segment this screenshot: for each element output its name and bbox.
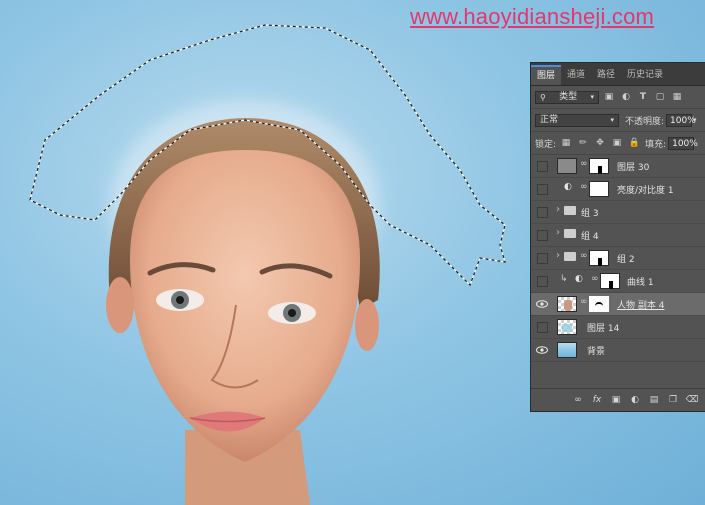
- chevron-down-icon: ▾: [610, 115, 614, 124]
- chain-link-icon[interactable]: ∞: [580, 182, 588, 192]
- layer-thumbnail: [557, 158, 577, 174]
- lock-paint-icon[interactable]: ✏: [576, 136, 590, 150]
- lock-row: 锁定: ▦ ✏ ✥ ▣ 🔒 填充: 100%: [531, 132, 705, 155]
- layer-name: 图层 14: [587, 324, 620, 334]
- blend-mode-select[interactable]: 正常 ▾: [535, 113, 619, 127]
- filter-kind-label: 类型: [559, 91, 578, 102]
- mask-thumbnail[interactable]: [589, 181, 609, 197]
- lock-label: 锁定:: [535, 139, 557, 150]
- tab-history[interactable]: 历史记录: [621, 65, 669, 85]
- fill-label: 填充:: [645, 139, 667, 150]
- panel-tabs: 图层 通道 路径 历史记录: [531, 63, 705, 86]
- lock-artboard-icon[interactable]: ▣: [610, 136, 624, 150]
- layer-row[interactable]: › ∞ 组 2: [531, 247, 705, 270]
- layer-row[interactable]: 图层 14: [531, 316, 705, 339]
- blend-row: 正常 ▾ 不透明度: 100% ▾: [531, 109, 705, 132]
- clipping-arrow-icon: ↳: [560, 274, 568, 284]
- link-layers-icon[interactable]: ∞: [571, 393, 585, 407]
- lock-all-icon[interactable]: 🔒: [627, 136, 641, 150]
- opacity-field[interactable]: 100%: [666, 113, 696, 127]
- layer-name: 组 2: [617, 255, 635, 265]
- tab-channels[interactable]: 通道: [561, 65, 591, 85]
- chevron-down-icon[interactable]: ▾: [693, 116, 697, 124]
- lock-position-icon[interactable]: ✥: [593, 136, 607, 150]
- layer-row-selected[interactable]: ∞ 人物 副本 4: [531, 293, 705, 316]
- folder-icon: [564, 206, 576, 215]
- chain-link-icon[interactable]: ∞: [591, 274, 599, 284]
- chevron-right-icon[interactable]: ›: [556, 227, 560, 238]
- layer-name: 组 4: [581, 232, 599, 242]
- watermark-link[interactable]: www.haoyidiansheji.com: [410, 4, 654, 30]
- adjustment-icon[interactable]: ◐: [628, 393, 642, 407]
- delete-icon[interactable]: ⌫: [685, 393, 699, 407]
- chevron-down-icon: ▾: [590, 92, 594, 101]
- blend-mode-label: 正常: [540, 114, 559, 125]
- panel-footer: ∞ fx ▣ ◐ ▤ ❐ ⌫: [531, 388, 705, 411]
- mask-thumbnail[interactable]: [589, 296, 609, 312]
- filter-kind-select[interactable]: ⚲ 类型 ▾: [535, 90, 599, 104]
- adjustment-layer-icon: ◐: [564, 182, 572, 192]
- visibility-toggle[interactable]: [537, 276, 548, 287]
- lock-transparent-icon[interactable]: ▦: [559, 136, 573, 150]
- fill-field[interactable]: 100%: [668, 136, 698, 150]
- layer-name: 组 3: [581, 209, 599, 219]
- new-layer-icon[interactable]: ❐: [666, 393, 680, 407]
- visibility-toggle[interactable]: [537, 184, 548, 195]
- chain-link-icon[interactable]: ∞: [580, 159, 588, 169]
- layer-name: 人物 副本 4: [617, 301, 665, 311]
- visibility-toggle[interactable]: [537, 322, 548, 333]
- add-mask-icon[interactable]: ▣: [609, 393, 623, 407]
- adjustment-filter-icon[interactable]: ◐: [619, 90, 633, 104]
- type-filter-icon[interactable]: T: [636, 90, 650, 104]
- smart-object-filter-icon[interactable]: ▦: [670, 90, 684, 104]
- visibility-toggle[interactable]: [537, 161, 548, 172]
- visibility-toggle[interactable]: [537, 230, 548, 241]
- layer-row[interactable]: 背景: [531, 339, 705, 362]
- layer-name: 曲线 1: [627, 278, 654, 288]
- chain-link-icon[interactable]: ∞: [580, 251, 588, 261]
- chevron-right-icon[interactable]: ›: [556, 204, 560, 215]
- opacity-label: 不透明度:: [625, 116, 665, 127]
- adjustment-layer-icon: ◐: [575, 274, 583, 284]
- chain-link-icon[interactable]: ∞: [580, 297, 588, 307]
- chevron-right-icon[interactable]: ›: [556, 250, 560, 261]
- folder-icon: [564, 229, 576, 238]
- eye-icon[interactable]: [536, 344, 548, 356]
- layer-name: 图层 30: [617, 163, 650, 173]
- layer-name: 亮度/对比度 1: [617, 186, 674, 196]
- visibility-toggle[interactable]: [537, 253, 548, 264]
- eye-icon[interactable]: [536, 298, 548, 310]
- layer-name: 背景: [587, 347, 606, 357]
- layer-row[interactable]: › 组 3: [531, 201, 705, 224]
- new-group-icon[interactable]: ▤: [647, 393, 661, 407]
- layer-list: ∞ 图层 30 ◐ ∞ 亮度/对比度 1 › 组 3 › 组 4 › ∞ 组 2…: [531, 155, 705, 362]
- tab-layers[interactable]: 图层: [531, 65, 562, 85]
- shape-filter-icon[interactable]: ▢: [653, 90, 667, 104]
- tab-paths[interactable]: 路径: [591, 65, 621, 85]
- layer-row[interactable]: › 组 4: [531, 224, 705, 247]
- pixel-filter-icon[interactable]: ▣: [602, 90, 616, 104]
- fx-icon[interactable]: fx: [590, 393, 604, 407]
- layers-panel: 图层 通道 路径 历史记录 ⚲ 类型 ▾ ▣ ◐ T ▢ ▦ 正常 ▾ 不透明度…: [530, 62, 705, 412]
- layer-thumbnail: [557, 319, 577, 335]
- mask-thumbnail[interactable]: [589, 158, 609, 174]
- folder-icon: [564, 252, 576, 261]
- layer-row[interactable]: ∞ 图层 30: [531, 155, 705, 178]
- mask-thumbnail[interactable]: [600, 273, 620, 289]
- filter-row: ⚲ 类型 ▾ ▣ ◐ T ▢ ▦: [531, 86, 705, 109]
- search-icon: ⚲: [540, 92, 546, 102]
- layer-thumbnail: [557, 296, 577, 312]
- layer-row[interactable]: ↳ ◐ ∞ 曲线 1: [531, 270, 705, 293]
- layer-row[interactable]: ◐ ∞ 亮度/对比度 1: [531, 178, 705, 201]
- layer-thumbnail: [557, 342, 577, 358]
- mask-thumbnail[interactable]: [589, 250, 609, 266]
- visibility-toggle[interactable]: [537, 207, 548, 218]
